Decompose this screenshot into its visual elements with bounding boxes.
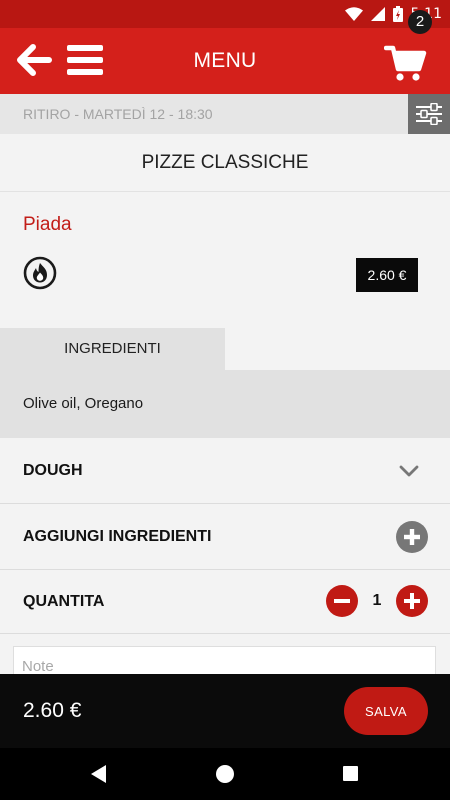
shopping-cart-icon[interactable]: [384, 43, 428, 83]
add-ingredient-plus-icon[interactable]: [396, 521, 428, 553]
nav-home-icon[interactable]: [216, 765, 234, 783]
wifi-icon: [344, 7, 363, 21]
order-total: 2.60 €: [23, 699, 82, 722]
save-button[interactable]: SALVA: [344, 687, 428, 735]
status-bar: 5:11: [0, 0, 450, 28]
add-ingredients-row[interactable]: AGGIUNGI INGREDIENTI: [0, 504, 450, 570]
system-nav-bar: [0, 748, 450, 800]
sliders-icon: [416, 103, 442, 125]
note-section: [0, 634, 450, 686]
quantity-row: QUANTITA 1: [0, 570, 450, 634]
nav-recents-icon[interactable]: [343, 766, 358, 781]
increase-quantity-button[interactable]: [396, 585, 428, 617]
app-bar: MENU: [0, 28, 450, 94]
pickup-datetime: RITIRO - MARTEDÌ 12 - 18:30: [23, 106, 213, 122]
bottom-action-bar: 2.60 € SALVA: [0, 674, 450, 748]
product-name: Piada: [23, 214, 72, 235]
dough-option-row[interactable]: DOUGH: [0, 438, 450, 504]
cart-count-badge: 2: [408, 10, 432, 34]
decrease-quantity-button[interactable]: [326, 585, 358, 617]
signal-icon: [370, 7, 385, 21]
quantity-label: QUANTITA: [23, 593, 105, 610]
product-price: 2.60 €: [356, 258, 418, 292]
pickup-info-bar: RITIRO - MARTEDÌ 12 - 18:30: [0, 94, 450, 134]
add-ingredients-label: AGGIUNGI INGREDIENTI: [23, 528, 212, 545]
battery-icon: [392, 6, 403, 22]
ingredients-list: Olive oil, Oregano: [23, 395, 144, 412]
dough-label: DOUGH: [23, 462, 83, 479]
product-card: Piada 2.60 €: [0, 192, 450, 328]
nav-back-icon[interactable]: [89, 764, 107, 784]
ingredients-panel: Olive oil, Oregano: [0, 370, 450, 438]
tab-ingredienti[interactable]: INGREDIENTI: [0, 328, 225, 370]
spicy-fire-icon: [23, 256, 57, 290]
filter-button[interactable]: [408, 94, 450, 134]
chevron-down-icon[interactable]: [398, 460, 420, 482]
quantity-value: 1: [372, 592, 382, 609]
page-title: MENU: [193, 49, 257, 72]
category-title: PIZZE CLASSICHE: [0, 134, 450, 192]
